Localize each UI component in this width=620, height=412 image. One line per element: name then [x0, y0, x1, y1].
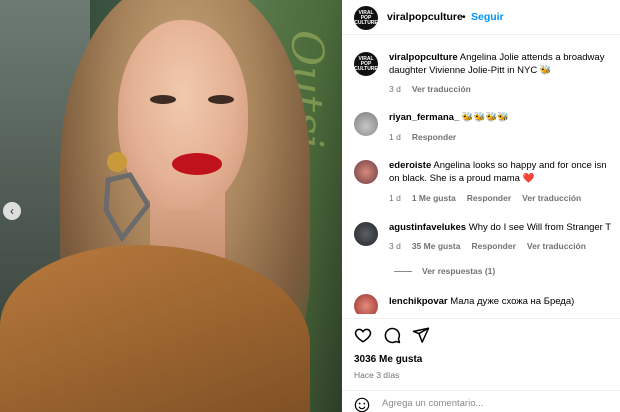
reply-link[interactable]: Responder: [467, 193, 511, 203]
emoji-icon[interactable]: [354, 397, 370, 412]
photo-eye: [208, 95, 234, 104]
caption-text: viralpopculture Angelina Jolie attends a…: [389, 52, 620, 77]
view-replies-link[interactable]: Ver respuestas (1): [394, 266, 495, 276]
view-replies-label: Ver respuestas (1): [422, 266, 496, 276]
comment-time: 3 d: [389, 84, 401, 94]
comment-text: 🐝🐝🐝🐝: [459, 112, 510, 123]
reply-link[interactable]: Responder: [471, 241, 515, 251]
comment-text: Мала дуже схожа на Бреда): [447, 296, 575, 307]
comment-username[interactable]: riyan_fermana_: [389, 112, 459, 123]
comment-username[interactable]: ederoiste: [389, 160, 431, 171]
comment-text-line2: on black. She is a proud mama ❤️: [389, 172, 535, 184]
post-timestamp[interactable]: Hace 3 días: [354, 370, 399, 380]
photo-lips: [172, 153, 222, 175]
translate-link[interactable]: Ver traducción: [527, 241, 586, 251]
comment-body: agustinfavelukes Why do I see Will from …: [389, 222, 620, 235]
comment-text: Why do I see Will from Stranger T: [466, 222, 612, 233]
commenter-avatar[interactable]: [354, 294, 378, 314]
comment-meta: 1 d 1 Me gusta Responder Ver traducción: [389, 193, 592, 203]
comment-icon[interactable]: [383, 326, 401, 344]
photo-earring: [103, 152, 150, 243]
comment-time: 1 d: [389, 132, 401, 142]
post-side-panel: VIRAL POP CULTURE viralpopculture • Segu…: [342, 0, 620, 412]
comment-likes[interactable]: 1 Me gusta: [412, 193, 456, 203]
header-separator: •: [462, 11, 466, 23]
comment-time: 1 d: [389, 193, 401, 203]
send-icon[interactable]: [412, 326, 430, 344]
comment-composer: [342, 390, 620, 412]
post-actions-bar: [342, 318, 620, 348]
comment-username[interactable]: lenchikpovar: [389, 296, 448, 307]
comment-body: lenchikpovar Мала дуже схожа на Бреда): [389, 296, 620, 309]
post-header: VIRAL POP CULTURE viralpopculture • Segu…: [342, 0, 620, 35]
comment-likes[interactable]: 35 Me gusta: [412, 241, 461, 251]
comment-meta: 3 d 35 Me gusta Responder Ver traducción: [389, 241, 597, 251]
heart-icon[interactable]: [354, 326, 372, 344]
comment-text-line2: daughter Vivienne Jolie-Pitt in NYC 🐝: [389, 64, 552, 76]
commenter-avatar[interactable]: [354, 112, 378, 136]
comment-time: 3 d: [389, 241, 401, 251]
carousel-prev-button[interactable]: ‹: [3, 202, 21, 220]
translate-link[interactable]: Ver traducción: [412, 84, 471, 94]
follow-button[interactable]: Seguir: [471, 11, 504, 23]
author-username[interactable]: viralpopculture: [387, 11, 463, 23]
comments-list[interactable]: VIRAL POP CULTURE viralpopculture Angeli…: [342, 36, 620, 314]
comment-username[interactable]: agustinfavelukes: [389, 222, 466, 233]
post-photo[interactable]: Outsi: [0, 0, 342, 412]
caption-avatar[interactable]: VIRAL POP CULTURE: [354, 52, 378, 76]
comment-meta: 1 d Responder: [389, 132, 467, 142]
commenter-avatar[interactable]: [354, 160, 378, 184]
reply-link[interactable]: Responder: [412, 132, 456, 142]
translate-link[interactable]: Ver traducción: [522, 193, 581, 203]
likes-count[interactable]: 3036 Me gusta: [354, 354, 422, 365]
commenter-avatar[interactable]: [354, 222, 378, 246]
comment-input[interactable]: [382, 398, 607, 409]
author-avatar[interactable]: VIRAL POP CULTURE: [354, 6, 378, 30]
comment-username[interactable]: viralpopculture: [389, 52, 458, 63]
comment-text: Angelina Jolie attends a broadway: [457, 52, 605, 63]
comment-body: ederoiste Angelina looks so happy and fo…: [389, 160, 620, 185]
comment-text: Angelina looks so happy and for once isn: [431, 160, 607, 171]
chevron-left-icon: ‹: [10, 204, 14, 218]
comment-body: riyan_fermana_ 🐝🐝🐝🐝: [389, 112, 620, 125]
comment-meta: 3 d Ver traducción: [389, 84, 482, 94]
replies-divider: [394, 271, 412, 273]
photo-eye: [150, 95, 176, 104]
